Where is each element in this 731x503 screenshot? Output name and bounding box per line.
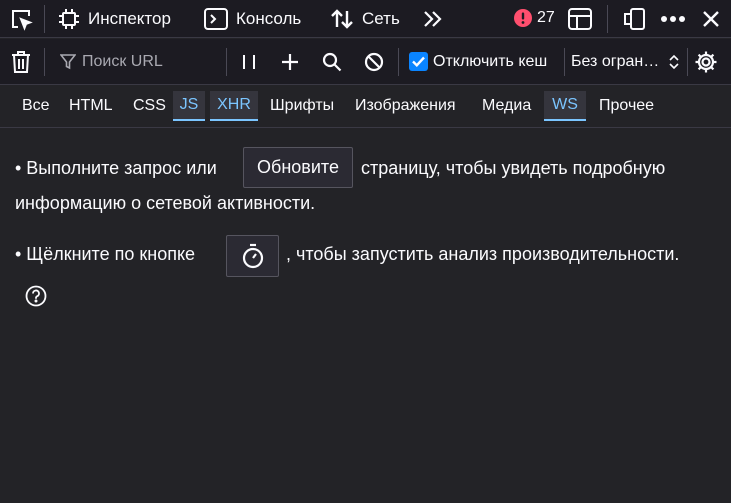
block-requests-icon[interactable] <box>357 45 391 79</box>
filter-label: JS <box>179 96 199 113</box>
close-icon[interactable] <box>694 2 728 36</box>
help-icon[interactable] <box>25 285 47 307</box>
notice-line3-end: , чтобы запустить анализ производительно… <box>286 244 680 264</box>
notice-line1-end: страницу, чтобы увидеть подробную <box>361 158 666 178</box>
filter-css[interactable]: CSS <box>127 91 172 121</box>
filter-icon <box>60 54 76 70</box>
notice-line3-start: • Щёлкните по кнопке <box>15 244 196 264</box>
tab-network[interactable]: Сеть <box>330 0 400 38</box>
url-filter <box>46 39 212 85</box>
filter-label: Медиа <box>482 97 532 114</box>
disable-cache-toggle[interactable]: Отключить кеш <box>409 52 547 71</box>
error-count-badge[interactable]: 27 <box>514 9 555 27</box>
filter-all[interactable]: Все <box>16 91 56 121</box>
tab-inspector[interactable]: Инспектор <box>58 0 171 38</box>
network-icon <box>330 7 354 31</box>
more-tabs-chevron-icon[interactable] <box>415 2 449 36</box>
toolbar-separator <box>687 48 688 76</box>
network-toolbar: Отключить кеш Без огран… <box>0 39 731 85</box>
filter-fonts[interactable]: Шрифты <box>264 91 340 121</box>
tab-console[interactable]: Консоль <box>204 0 301 38</box>
filter-xhr[interactable]: XHR <box>210 91 258 121</box>
filter-label: CSS <box>133 97 166 114</box>
reload-button[interactable]: Обновите <box>243 147 353 188</box>
split-console-icon[interactable] <box>563 2 597 36</box>
tab-separator <box>44 5 45 33</box>
console-icon <box>204 7 228 30</box>
tab-label: Инспектор <box>88 8 171 28</box>
tab-label: Консоль <box>236 8 302 28</box>
select-arrows-icon <box>669 54 679 70</box>
devtools-tab-bar: Инспектор Консоль Сеть 27 <box>0 0 731 38</box>
disable-cache-label: Отключить кеш <box>433 52 548 70</box>
reload-button-label: Обновите <box>257 157 339 177</box>
throttling-value: Без огран… <box>571 53 660 70</box>
element-picker-icon[interactable] <box>4 2 38 36</box>
inspector-icon <box>58 8 80 30</box>
filter-js[interactable]: JS <box>173 91 205 121</box>
search-icon[interactable] <box>315 45 349 79</box>
pause-icon[interactable] <box>232 45 266 79</box>
tab-separator <box>607 5 608 33</box>
error-icon <box>514 9 532 27</box>
toolbar-separator <box>226 48 227 76</box>
notice-line2: информацию о сетевой активности. <box>15 193 316 213</box>
stopwatch-icon <box>241 243 265 269</box>
filter-label: Все <box>22 97 50 114</box>
toolbar-separator <box>398 48 399 76</box>
filter-images[interactable]: Изображения <box>349 91 462 121</box>
throttling-select[interactable]: Без огран… <box>565 39 685 85</box>
filter-label: XHR <box>217 96 251 113</box>
add-request-icon[interactable] <box>273 45 307 79</box>
filter-other[interactable]: Прочее <box>593 91 660 121</box>
filter-label: HTML <box>69 97 113 114</box>
notice-line1-start: • Выполните запрос или <box>15 158 217 178</box>
filter-ws[interactable]: WS <box>544 91 586 121</box>
trash-icon[interactable] <box>4 45 38 79</box>
request-type-filters: Все HTML CSS JS XHR Шрифты Изображения М… <box>0 85 731 128</box>
filter-label: WS <box>552 96 578 113</box>
filter-html[interactable]: HTML <box>63 91 119 121</box>
settings-gear-icon[interactable] <box>689 45 723 79</box>
start-performance-analysis-button[interactable] <box>226 235 279 277</box>
error-count: 27 <box>537 9 555 26</box>
more-options-icon[interactable] <box>656 2 690 36</box>
filter-media[interactable]: Медиа <box>476 91 537 121</box>
filter-label: Изображения <box>355 97 456 114</box>
disable-cache-checkbox[interactable] <box>409 52 428 71</box>
tab-label: Сеть <box>362 8 400 28</box>
filter-label: Шрифты <box>270 97 335 114</box>
responsive-design-icon[interactable] <box>617 2 651 36</box>
filter-label: Прочее <box>599 97 655 114</box>
url-filter-input[interactable] <box>82 53 212 71</box>
toolbar-separator <box>44 48 45 76</box>
